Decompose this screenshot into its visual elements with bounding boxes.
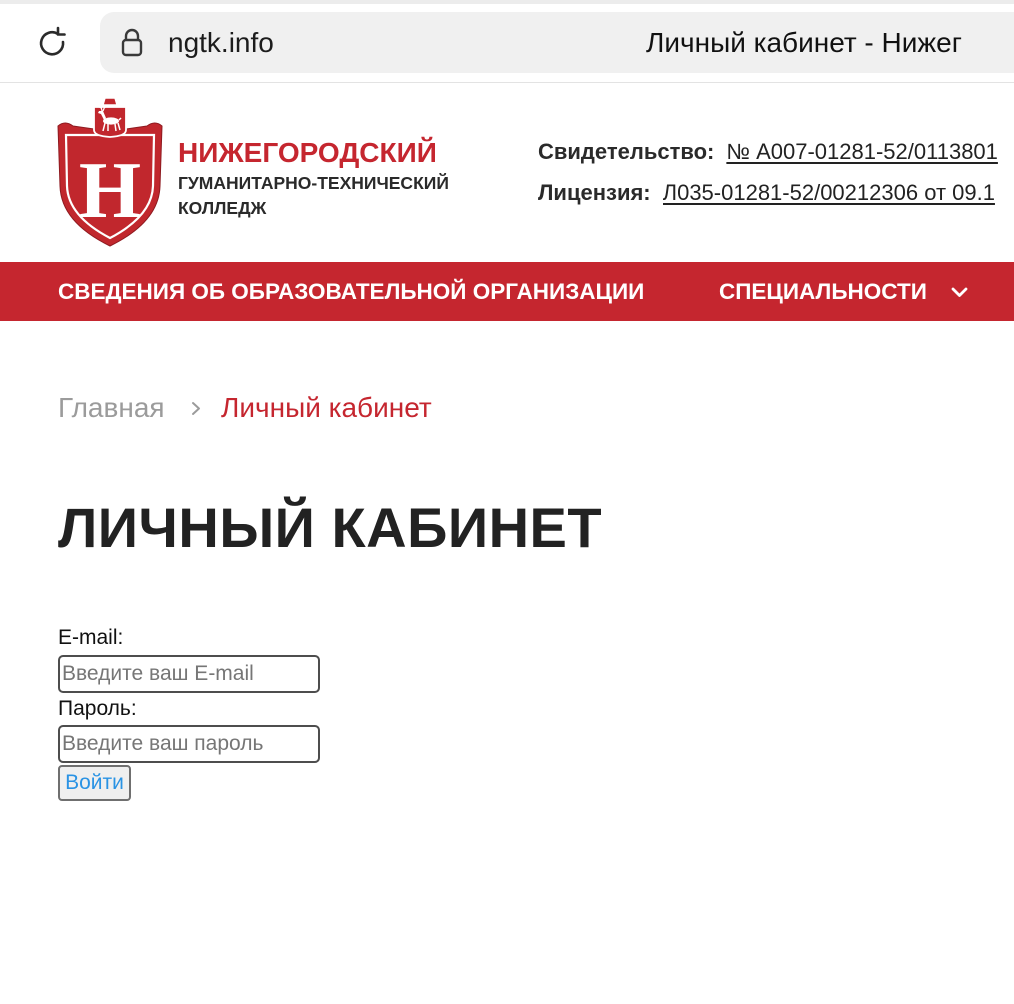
url-text[interactable]: ngtk.info (168, 12, 274, 73)
certificate-row: Свидетельство: № А007-01281-52/0113801 (538, 131, 1014, 172)
certificate-link[interactable]: № А007-01281-52/0113801 (726, 139, 998, 165)
college-name-line-1: НИЖЕГОРОДСКИЙ (178, 137, 437, 168)
breadcrumb-current: Личный кабинет (221, 392, 432, 423)
page-title: ЛИЧНЫЙ КАБИНЕТ (58, 496, 603, 559)
toolbar-top-edge (0, 0, 1014, 4)
breadcrumb-home[interactable]: Главная (58, 390, 165, 426)
login-button[interactable]: Войти (58, 765, 131, 801)
chevron-right-icon (192, 402, 200, 415)
lock-icon[interactable] (118, 26, 146, 58)
address-bar[interactable]: ngtk.info Личный кабинет - Нижег (100, 12, 1014, 73)
nav-item-organization-info[interactable]: СВЕДЕНИЯ ОБ ОБРАЗОВАТЕЛЬНОЙ ОРГАНИЗАЦИИ (58, 262, 644, 321)
main-nav: СВЕДЕНИЯ ОБ ОБРАЗОВАТЕЛЬНОЙ ОРГАНИЗАЦИИ … (0, 262, 1014, 321)
page-title-in-address-bar: Личный кабинет - Нижег (646, 27, 962, 58)
browser-toolbar: ngtk.info Личный кабинет - Нижег (0, 0, 1014, 83)
reload-icon[interactable] (35, 25, 69, 59)
toolbar-divider (0, 82, 1014, 83)
license-link[interactable]: Л035-01281-52/00212306 от 09.1 (663, 180, 995, 206)
college-logo[interactable]: Н (56, 96, 164, 248)
license-label: Лицензия: (538, 179, 651, 205)
email-field[interactable] (58, 655, 320, 693)
chevron-down-icon[interactable] (951, 287, 968, 298)
password-label: Пароль: (58, 697, 137, 720)
email-label: E-mail: (58, 626, 124, 649)
college-name-line-2: ГУМАНИТАРНО-ТЕХНИЧЕСКИЙ (178, 173, 449, 193)
accreditation-documents: Свидетельство: № А007-01281-52/0113801 Л… (538, 131, 1014, 213)
nav-item-specialties[interactable]: СПЕЦИАЛЬНОСТИ (719, 262, 927, 321)
license-row: Лицензия: Л035-01281-52/00212306 от 09.1 (538, 172, 1014, 213)
logo-letter: Н (79, 147, 141, 235)
college-name-line-3: КОЛЛЕДЖ (178, 198, 267, 218)
certificate-label: Свидетельство: (538, 138, 715, 164)
password-field[interactable] (58, 725, 320, 763)
deer-emblem-icon (93, 97, 127, 138)
